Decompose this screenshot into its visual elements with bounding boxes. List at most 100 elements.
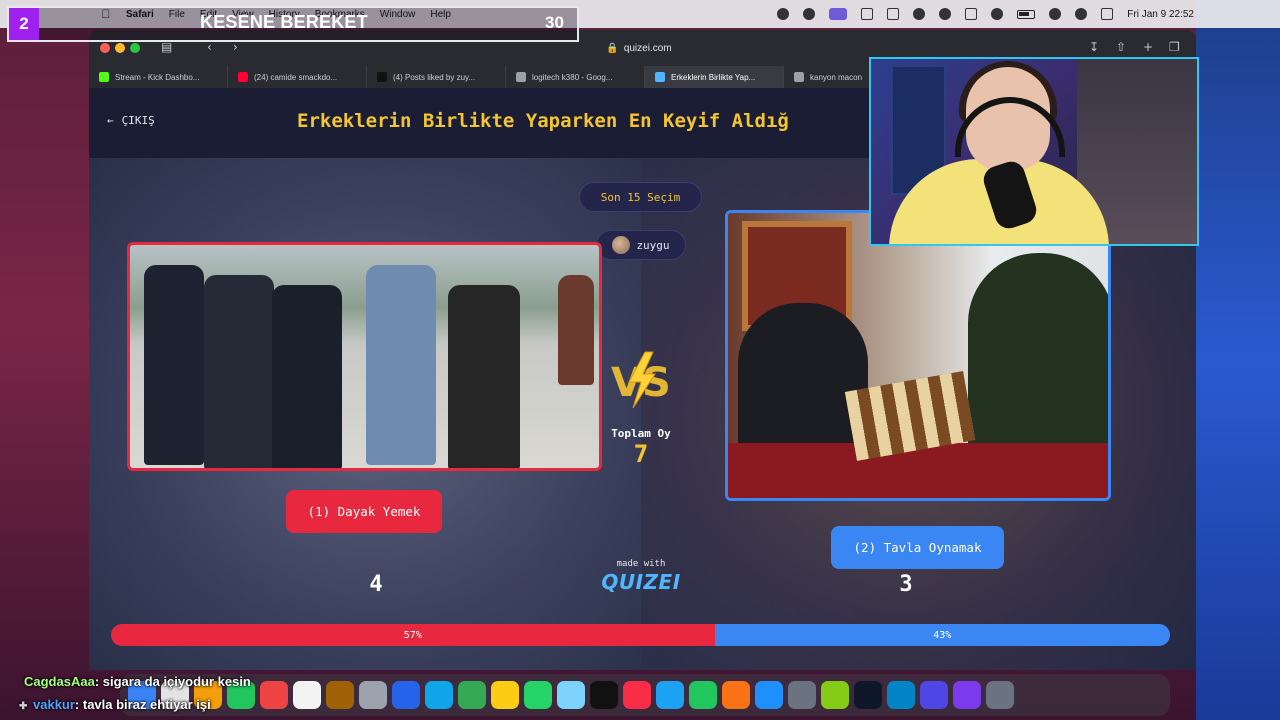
close-window-button[interactable] [100, 43, 110, 53]
dock-app-icon[interactable] [920, 681, 948, 709]
dock-app-icon[interactable] [392, 681, 420, 709]
dock-app-icon[interactable] [524, 681, 552, 709]
search-icon[interactable] [1075, 8, 1088, 20]
dock-app-icon[interactable] [821, 681, 849, 709]
dock-app-icon[interactable] [293, 681, 321, 709]
favicon-icon [655, 72, 665, 82]
dock-app-icon[interactable] [491, 681, 519, 709]
option-2-percent: 43% [933, 629, 952, 641]
arrow-left-icon: ← [107, 114, 114, 127]
option-1-votes: 4 [369, 572, 383, 597]
tab-label: Erkeklerin Birlikte Yap... [671, 72, 756, 82]
vote-percentage-bar: 57% 43% [111, 624, 1170, 646]
dock-app-icon[interactable] [458, 681, 486, 709]
lock-icon: 🔒 [606, 42, 619, 54]
url-text: quizei.com [623, 42, 672, 54]
dock-app-icon[interactable] [590, 681, 618, 709]
sync-icon[interactable] [803, 8, 816, 20]
favicon-icon [99, 72, 109, 82]
dock-app-icon[interactable] [986, 681, 1014, 709]
desktop-wallpaper [1196, 0, 1280, 720]
forward-nav-icon[interactable]: › [233, 40, 238, 54]
minimize-window-button[interactable] [115, 43, 125, 53]
window-icon[interactable] [861, 8, 874, 20]
chat-message: ✚ vakkur: tavla biraz ehtiyar işi [19, 697, 211, 712]
back-nav-icon[interactable]: ‹ [207, 40, 212, 54]
total-votes-label: Toplam Oy [611, 427, 671, 440]
notification-icon[interactable] [777, 8, 790, 20]
dock-app-icon[interactable] [656, 681, 684, 709]
chat-username: vakkur [33, 697, 75, 712]
control-center-icon[interactable] [1101, 8, 1114, 20]
dock-app-icon[interactable] [359, 681, 387, 709]
exit-button[interactable]: ← ÇIKIŞ [107, 114, 155, 127]
option-1-image[interactable] [127, 242, 602, 471]
chat-text: : tavla biraz ehtiyar işi [74, 697, 211, 712]
option-2-image[interactable] [725, 210, 1111, 501]
favicon-icon [516, 72, 526, 82]
favicon-icon [238, 72, 248, 82]
option-1-percent-bar: 57% [111, 624, 715, 646]
backgammon-scene-image [728, 213, 1108, 498]
dock-app-icon[interactable] [326, 681, 354, 709]
play-icon[interactable] [991, 8, 1004, 20]
favicon-icon [377, 72, 387, 82]
dock-app-icon[interactable] [689, 681, 717, 709]
record-icon[interactable] [913, 8, 926, 20]
quizei-logo: QUIZEI [601, 570, 681, 594]
new-tab-icon[interactable]: + [1143, 40, 1153, 54]
screen-record-icon[interactable] [829, 8, 848, 20]
menubar-clock[interactable]: Fri Jan 9 22:52 [1127, 9, 1194, 20]
tab-overview-icon[interactable]: ❐ [1169, 40, 1180, 54]
dock-app-icon[interactable] [722, 681, 750, 709]
overlay-round-number: 2 [9, 8, 39, 40]
zoom-window-button[interactable] [130, 43, 140, 53]
chat-message: CagdasAaa: sigara da içiyodur kesin [24, 674, 251, 689]
vs-lightning-icon: VS [611, 351, 671, 409]
dock-app-icon[interactable] [953, 681, 981, 709]
dock-app-icon[interactable] [260, 681, 288, 709]
dock-app-icon[interactable] [425, 681, 453, 709]
wifi-icon[interactable] [1049, 8, 1062, 20]
browser-tab[interactable]: Erkeklerin Birlikte Yap... [645, 66, 784, 88]
browser-tab[interactable]: Stream - Kick Dashbo... [89, 66, 228, 88]
dock-app-icon[interactable] [755, 681, 783, 709]
avatar [612, 236, 631, 254]
quiz-title: Erkeklerin Birlikte Yaparken En Keyif Al… [297, 110, 789, 132]
user-pill[interactable]: zuygu [596, 230, 686, 260]
battery-icon[interactable] [1017, 9, 1036, 19]
option-2-button[interactable]: (2) Tavla Oynamak [831, 526, 1004, 569]
download-icon[interactable]: ↧ [1089, 40, 1099, 54]
overlay-title: KESENE BEREKET [200, 12, 368, 32]
chat-text: : sigara da içiyodur kesin [94, 674, 251, 689]
dock-app-icon[interactable] [788, 681, 816, 709]
dock-app-icon[interactable] [623, 681, 651, 709]
favicon-icon [794, 72, 804, 82]
mac-dock [120, 674, 1170, 716]
tab-label: (4) Posts liked by zuy... [393, 72, 476, 82]
fight-scene-image [130, 245, 599, 468]
overlay-count: 30 [545, 13, 564, 32]
dock-app-icon[interactable] [887, 681, 915, 709]
chat-username: CagdasAaa [24, 674, 95, 689]
dock-app-icon[interactable] [557, 681, 585, 709]
option-1-button[interactable]: (1) Dayak Yemek [286, 490, 442, 533]
browser-tab[interactable]: (4) Posts liked by zuy... [367, 66, 506, 88]
grid-icon[interactable] [887, 8, 900, 20]
option-1-percent: 57% [403, 629, 422, 641]
status-area: Fri Jan 9 22:52 [777, 0, 1194, 28]
tab-label: Stream - Kick Dashbo... [115, 72, 200, 82]
webcam-feed [869, 57, 1199, 246]
share-icon[interactable]: ⇧ [1116, 40, 1126, 54]
cloud-icon[interactable] [939, 8, 952, 20]
sidebar-icon[interactable]: ▤ [161, 40, 172, 54]
browser-tab[interactable]: (24) camide smackdo... [228, 66, 367, 88]
dock-app-icon[interactable] [854, 681, 882, 709]
kick-badge-icon: ✚ [19, 701, 28, 712]
exit-label: ÇIKIŞ [121, 114, 155, 127]
recent-choices-pill[interactable]: Son 15 Seçim [579, 182, 702, 212]
bluetooth-icon[interactable] [965, 8, 978, 20]
browser-tab[interactable]: logitech k380 - Goog... [506, 66, 645, 88]
made-with-badge[interactable]: made with QUIZEI [601, 559, 681, 594]
made-with-label: made with [616, 559, 666, 569]
